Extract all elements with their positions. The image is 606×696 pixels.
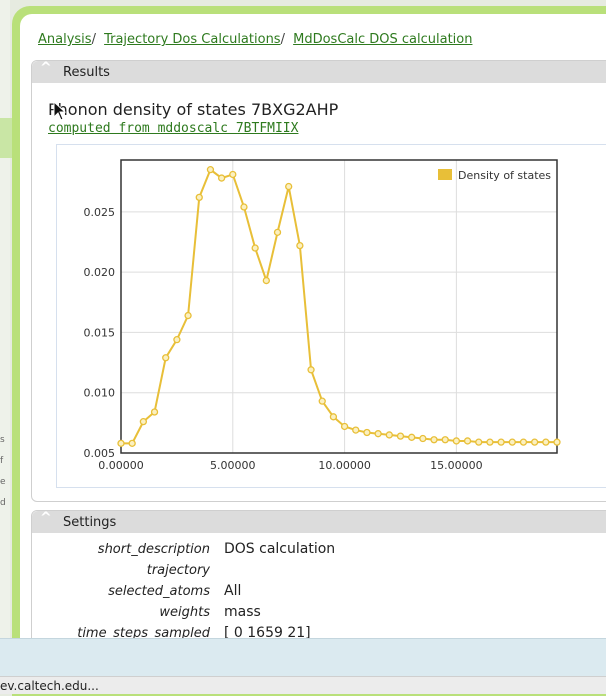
x-ticks: 0.00000 5.00000 10.00000 15.00000 bbox=[98, 459, 482, 472]
chart-grid bbox=[120, 160, 557, 454]
data-point bbox=[530, 438, 539, 446]
breadcrumb: Analysis/ Trajectory Dos Calculations/ M… bbox=[38, 32, 473, 47]
data-point bbox=[296, 241, 304, 250]
plot-area bbox=[120, 159, 558, 454]
left-clip-line: e bbox=[0, 477, 6, 487]
dos-chart: 0.0050.0100.0150.0200.025 0.00000 5.00000… bbox=[84, 159, 561, 472]
y-tick-label: 0.025 bbox=[84, 206, 116, 219]
y-tick-label: 0.015 bbox=[84, 326, 116, 339]
setting-key: trajectory bbox=[146, 562, 210, 578]
data-point bbox=[206, 165, 215, 174]
x-tick-label: 10.00000 bbox=[318, 459, 371, 472]
setting-value: mass bbox=[224, 604, 261, 620]
breadcrumb-trajectory-dos[interactable]: Trajectory Dos Calculations bbox=[104, 32, 280, 47]
left-clip-line: s bbox=[0, 435, 5, 445]
data-point bbox=[352, 426, 360, 434]
data-point bbox=[307, 366, 315, 374]
settings-row: selected_atoms All bbox=[42, 583, 335, 604]
data-point bbox=[173, 336, 181, 344]
data-point bbox=[240, 203, 248, 211]
left-clip-line: f bbox=[0, 456, 4, 466]
data-point bbox=[475, 438, 483, 446]
data-point bbox=[374, 430, 382, 438]
collapse-caret-icon[interactable]: ^ bbox=[40, 60, 52, 76]
settings-panel-header[interactable]: ^ Settings bbox=[32, 510, 606, 533]
notification-bar bbox=[0, 638, 606, 677]
data-point bbox=[251, 244, 259, 252]
legend-swatch bbox=[438, 169, 452, 180]
y-tick-label: 0.010 bbox=[84, 387, 116, 400]
setting-value bbox=[224, 562, 335, 583]
data-point bbox=[508, 438, 516, 446]
data-point bbox=[363, 428, 371, 437]
data-point bbox=[452, 437, 461, 445]
setting-key: weights bbox=[159, 604, 210, 620]
x-tick-label: 15.00000 bbox=[430, 459, 483, 472]
breadcrumb-analysis[interactable]: Analysis bbox=[38, 32, 92, 47]
data-point bbox=[329, 413, 338, 421]
results-panel: ^ Results Phonon density of states 7BXG2… bbox=[31, 60, 606, 502]
data-point bbox=[430, 436, 438, 444]
data-point bbox=[486, 438, 494, 446]
breadcrumb-mddoscalc[interactable]: MdDosCalc DOS calculation bbox=[293, 32, 472, 47]
results-panel-title: Results bbox=[63, 65, 110, 80]
data-point bbox=[184, 311, 192, 320]
data-point bbox=[117, 439, 125, 448]
y-ticks: 0.0050.0100.0150.0200.025 bbox=[84, 206, 116, 460]
chart-container: 0.005 0.010 0.015 0.020 0.025 0.00000 5.00000… bbox=[56, 144, 606, 488]
data-point bbox=[195, 193, 203, 202]
data-point bbox=[262, 276, 270, 285]
x-tick-label: 0.00000 bbox=[98, 459, 144, 472]
setting-value: All bbox=[224, 583, 242, 599]
mouse-cursor-icon bbox=[53, 101, 67, 121]
data-point bbox=[385, 431, 393, 439]
x-tick-label: 5.00000 bbox=[210, 459, 256, 472]
data-point bbox=[150, 408, 159, 416]
results-panel-header[interactable]: ^ Results bbox=[32, 60, 606, 83]
data-point bbox=[162, 354, 170, 362]
y-tick-label: 0.020 bbox=[84, 266, 116, 279]
left-clip-line: d bbox=[0, 498, 6, 508]
data-point bbox=[217, 174, 226, 182]
settings-row: weights mass bbox=[42, 604, 335, 625]
data-point bbox=[318, 397, 326, 405]
data-point bbox=[273, 228, 282, 236]
settings-table: short_description DOS calculation traject… bbox=[42, 541, 335, 646]
data-point bbox=[340, 422, 349, 431]
left-window-strip bbox=[0, 0, 10, 693]
setting-key: selected_atoms bbox=[108, 583, 210, 599]
data-point bbox=[497, 438, 505, 446]
settings-panel-title: Settings bbox=[63, 515, 117, 530]
data-point bbox=[519, 438, 528, 446]
setting-value: DOS calculation bbox=[224, 541, 336, 557]
data-point bbox=[139, 418, 148, 426]
data-point bbox=[128, 439, 136, 448]
chart-title: Phonon density of states 7BXG2AHP bbox=[48, 100, 339, 119]
collapse-caret-icon[interactable]: ^ bbox=[40, 510, 52, 526]
status-url: ev.caltech.edu... bbox=[0, 679, 99, 693]
series-points bbox=[117, 165, 561, 448]
browser-status-bar: ev.caltech.edu... bbox=[0, 676, 606, 694]
computed-from-link[interactable]: computed from mddoscalc 7BTFMIIX bbox=[48, 121, 298, 136]
data-point bbox=[229, 170, 237, 179]
left-clipped-text: s f e d bbox=[0, 430, 10, 514]
settings-panel: ^ Settings short_description DOS calculat… bbox=[31, 510, 606, 652]
legend-label: Density of states bbox=[458, 169, 551, 182]
data-point bbox=[285, 182, 293, 191]
chart-legend: Density of states bbox=[438, 169, 551, 182]
data-point bbox=[463, 437, 472, 445]
series-line bbox=[121, 168, 557, 445]
setting-key: short_description bbox=[97, 541, 210, 557]
data-point bbox=[408, 433, 416, 441]
data-point bbox=[542, 438, 550, 446]
settings-row: trajectory bbox=[42, 562, 335, 583]
data-point bbox=[419, 434, 427, 443]
data-point bbox=[396, 432, 405, 440]
data-point bbox=[441, 436, 449, 444]
settings-row: short_description DOS calculation bbox=[42, 541, 335, 562]
data-point bbox=[553, 438, 561, 446]
